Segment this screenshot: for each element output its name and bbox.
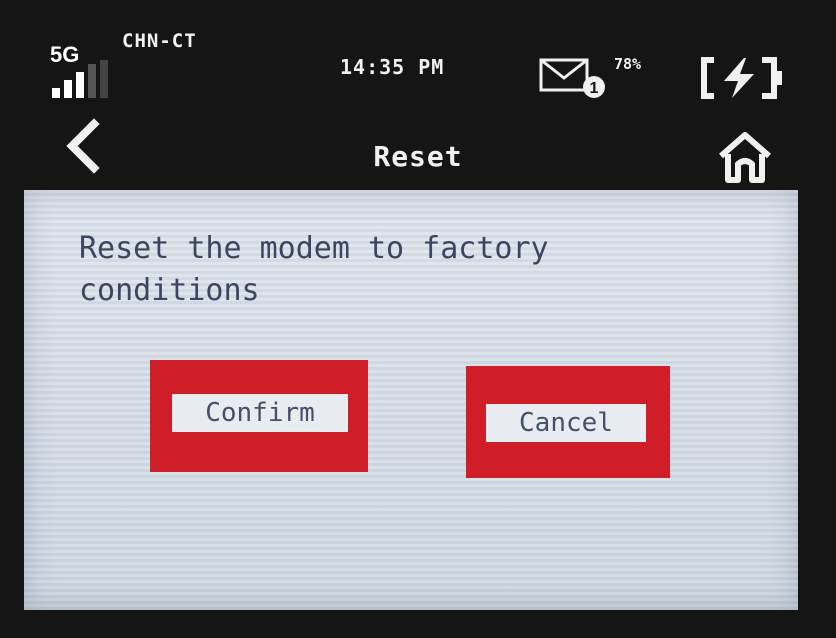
unread-count: 1 [590,80,599,97]
cancel-button[interactable]: Cancel [466,366,670,478]
cancel-button-label: Cancel [486,404,646,442]
battery-percent: 78% [614,55,642,73]
reset-dialog: Reset the modem to factory conditions Co… [24,190,798,610]
page-title: Reset [373,140,463,173]
confirm-button[interactable]: Confirm [150,360,368,472]
confirm-button-label: Confirm [172,394,348,432]
carrier-name: CHN-CT [122,30,197,52]
home-icon[interactable] [716,130,774,186]
device-screen: 5G CHN-CT 14:35 PM 1 78% Reset Reset the… [0,0,836,638]
battery-charging-icon [701,57,782,99]
mail-icon[interactable]: 1 [538,56,608,100]
clock: 14:35 PM [340,55,445,79]
signal-icon [52,60,108,98]
status-bar: 5G CHN-CT 14:35 PM 1 78% [0,0,836,110]
reset-message: Reset the modem to factory conditions [79,231,549,308]
